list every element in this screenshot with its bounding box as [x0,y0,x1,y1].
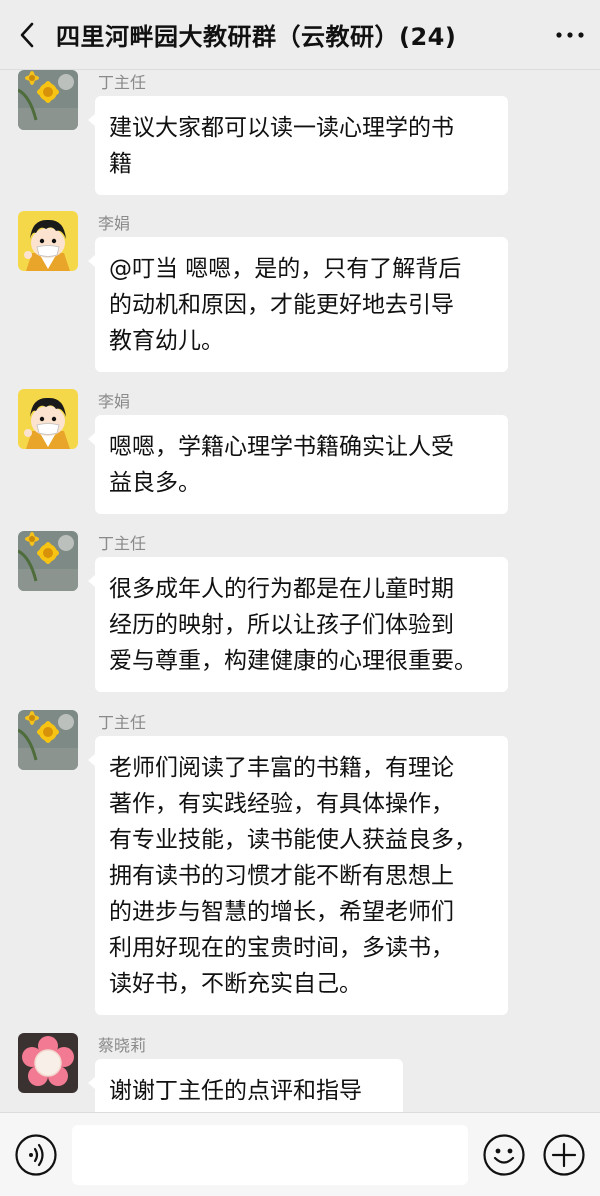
plus-button[interactable] [542,1133,586,1177]
sender-name: 丁主任 [98,73,147,92]
chat-title: 四里河畔园大教研群（云教研）(24) [56,23,457,51]
message-input[interactable] [72,1125,468,1185]
plus-icon [542,1133,586,1177]
message-text: 的动机和原因，才能更好地去引导 [109,292,454,318]
message-bubble[interactable]: 建议大家都可以读一读心理学的书 籍 [88,96,508,195]
sender-name: 丁主任 [98,534,147,553]
cartoon-boy-avatar[interactable] [18,389,78,449]
more-button[interactable] [540,0,600,70]
sender-name: 蔡晓莉 [98,1036,147,1055]
message-text: 利用好现在的宝贵时间，多读书， [109,935,454,961]
more-dots-icon [555,31,585,39]
input-bar [0,1112,600,1196]
cartoon-boy-avatar[interactable] [18,211,78,271]
message-bubble[interactable]: 嗯嗯，学籍心理学书籍确实让人受 益良多。 [88,415,508,514]
message-text: 拥有读书的习惯才能不断有思想上 [109,863,454,889]
message-text: 爱与尊重，构建健康的心理很重要。 [109,648,477,674]
message-text: 建议大家都可以读一读心理学的书 [109,115,454,141]
pink-flower-avatar[interactable] [18,1033,78,1093]
message-text: 教育幼儿。 [109,328,224,354]
emoji-icon [482,1133,526,1177]
message-bubble[interactable]: 老师们阅读了丰富的书籍，有理论 著作，有实践经验，有具体操作， 有专业技能，读书… [88,736,508,1015]
back-button[interactable] [0,0,56,70]
flower-photo-avatar[interactable] [18,531,78,591]
message-text: @叮当 嗯嗯，是的，只有了解背后 [109,256,462,282]
voice-icon [14,1133,58,1177]
sender-name: 李娟 [98,392,131,411]
message-text: 很多成年人的行为都是在儿童时期 [109,576,454,602]
message-text: 著作，有实践经验，有具体操作， [109,791,454,817]
message-bubble[interactable]: 很多成年人的行为都是在儿童时期 经历的映射，所以让孩子们体验到 爱与尊重，构建健… [88,557,508,692]
message-text: 读好书，不断充实自己。 [109,971,362,997]
message-bubble[interactable]: @叮当 嗯嗯，是的，只有了解背后 的动机和原因，才能更好地去引导 教育幼儿。 [88,237,508,372]
message-text: 益良多。 [109,470,201,496]
flower-photo-avatar[interactable] [18,70,78,130]
sender-name: 丁主任 [98,713,147,732]
flower-photo-avatar[interactable] [18,710,78,770]
message-text: 嗯嗯，学籍心理学书籍确实让人受 [109,434,454,460]
message-text: 老师们阅读了丰富的书籍，有理论 [109,755,454,781]
message-text: 谢谢丁主任的点评和指导 [109,1078,362,1104]
sender-name: 李娟 [98,214,131,233]
chat-header: 四里河畔园大教研群（云教研）(24) [0,0,600,70]
message-text: 籍 [109,151,132,177]
message-bubble[interactable]: 谢谢丁主任的点评和指导 [88,1059,403,1112]
voice-button[interactable] [14,1133,58,1177]
message-text: 有专业技能，读书能使人获益良多， [109,827,477,853]
emoji-button[interactable] [482,1133,526,1177]
message-list[interactable]: 丁主任 建议大家都可以读一读心理学的书 籍 李娟 @叮当 嗯嗯，是的，只有了解背… [0,70,600,1112]
message-text: 经历的映射，所以让孩子们体验到 [109,612,454,638]
message-text: 的进步与智慧的增长，希望老师们 [109,899,454,925]
chevron-left-icon [16,21,40,49]
